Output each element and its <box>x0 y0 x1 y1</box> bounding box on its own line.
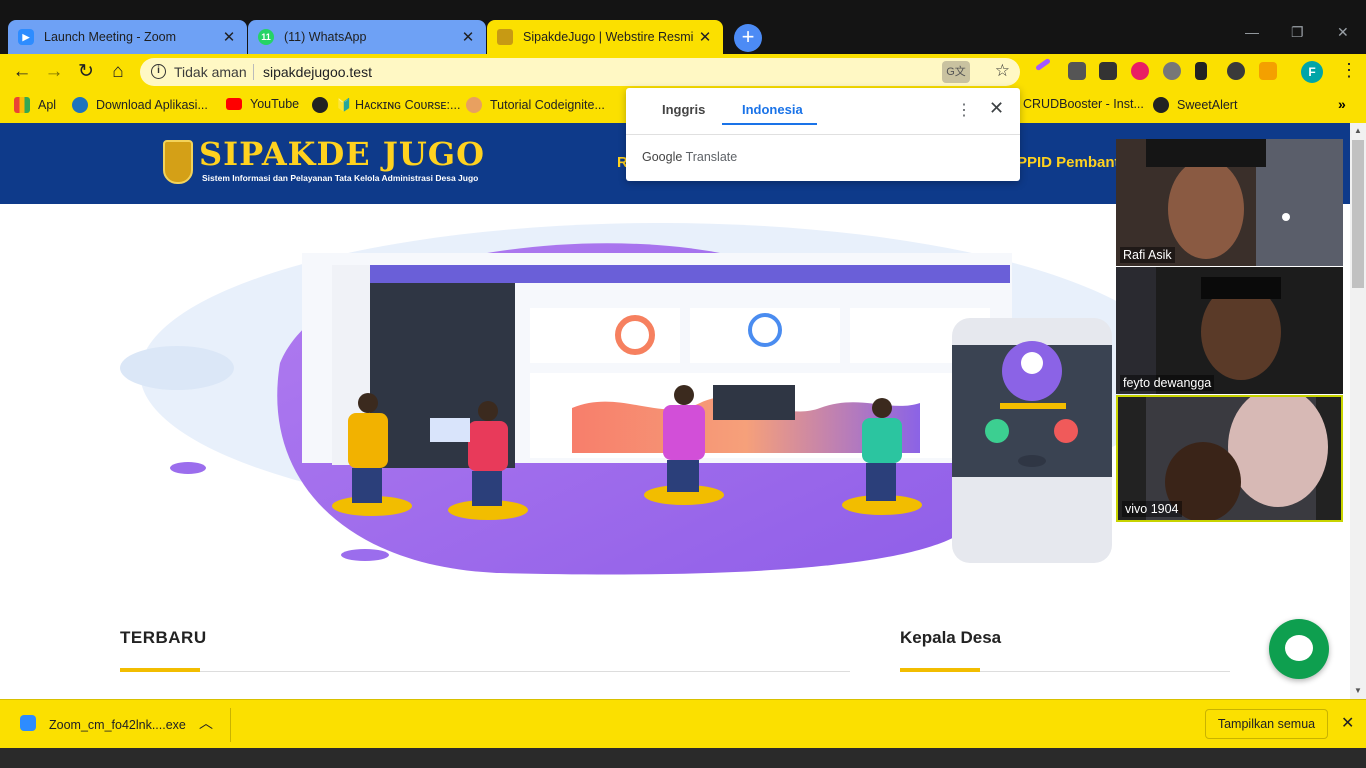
bookmark-apps[interactable]: Apl <box>14 97 56 113</box>
restore-icon[interactable]: ❐ <box>1291 24 1304 41</box>
bookmark-star-icon[interactable]: ☆ <box>995 61 1010 81</box>
zoom-participant-tile-active-speaker[interactable]: vivo 1904 <box>1116 395 1343 522</box>
tab-title: Launch Meeting - Zoom <box>44 30 177 44</box>
scroll-down-icon[interactable]: ▼ <box>1354 686 1362 695</box>
address-bar[interactable]: i Tidak aman sipakdejugoo.test G文 ☆ <box>140 58 1020 86</box>
bookmark-label: Tutorial Codeignite... <box>490 98 605 112</box>
bookmark-label: Apl <box>38 98 57 112</box>
download-bar: Zoom_cm_fo42lnk....exe ︿ Tampilkan semua… <box>0 699 1366 748</box>
bookmark-label: 🔰 Hᴀᴄᴋɪɴɢ Cᴏᴜʀsᴇ:... <box>336 97 461 112</box>
tab-title: (11) WhatsApp <box>284 30 367 44</box>
bookmark-label: Download Aplikasi... <box>96 98 208 112</box>
site-tagline: Sistem Informasi dan Pelayanan Tata Kelo… <box>202 173 479 183</box>
participant-name: Rafi Asik <box>1120 247 1175 263</box>
participant-name: feyto dewangga <box>1120 375 1215 391</box>
close-tab-icon[interactable]: ✕ <box>460 28 476 46</box>
owl-extension-icon[interactable] <box>1163 62 1181 80</box>
translate-tab-target[interactable]: Indonesia <box>742 102 803 117</box>
cursor-extension-icon[interactable] <box>1195 62 1207 80</box>
info-icon[interactable]: i <box>151 64 166 79</box>
section-title-village-head: Kepala Desa <box>900 628 1002 647</box>
zoom-file-icon <box>20 715 36 731</box>
palette-extension-icon[interactable] <box>1259 62 1277 80</box>
apps-grid-icon <box>14 97 30 113</box>
title-accent-bar <box>120 668 200 672</box>
zoom-participant-tile[interactable]: feyto dewangga <box>1116 267 1343 394</box>
zoom-icon: ▶ <box>18 29 34 45</box>
divider <box>230 708 231 742</box>
s-logo-icon <box>72 97 88 113</box>
scroll-thumb[interactable] <box>1352 140 1364 288</box>
tab-whatsapp[interactable]: 11 (11) WhatsApp ✕ <box>248 20 486 54</box>
bookmark-hacking-course[interactable]: 🔰 Hᴀᴄᴋɪɴɢ Cᴏᴜʀsᴇ:... <box>312 97 460 113</box>
profile-avatar[interactable]: F <box>1301 61 1323 83</box>
bookmark-label: CRUDBooster - Inst... <box>1023 97 1144 111</box>
forward-icon[interactable]: → <box>43 61 65 83</box>
brand-translate: Translate <box>685 150 738 164</box>
translate-icon[interactable]: G文 <box>942 61 970 83</box>
close-icon[interactable]: ✕ <box>1341 713 1354 733</box>
minimize-icon[interactable]: — <box>1245 24 1259 40</box>
site-title[interactable]: SIPAKDE JUGO <box>199 135 485 173</box>
tab-sipakdejugo[interactable]: SipakdeJugo | Webstire Resmi De ✕ <box>487 20 723 54</box>
youtube-icon <box>226 98 242 110</box>
brand-google: Google <box>642 150 683 164</box>
close-icon[interactable]: ✕ <box>989 98 1004 119</box>
site-emblem-icon <box>497 29 513 45</box>
close-window-icon[interactable]: ✕ <box>1337 24 1349 41</box>
vpn-extension-icon[interactable] <box>1227 62 1245 80</box>
divider <box>253 64 254 80</box>
participant-name: vivo 1904 <box>1122 501 1182 517</box>
show-all-downloads-button[interactable]: Tampilkan semua <box>1205 709 1328 739</box>
codeigniter-icon <box>466 97 482 113</box>
bookmark-label: YouTube <box>250 97 300 111</box>
zoom-participant-tile[interactable]: Rafi Asik <box>1116 139 1343 266</box>
bookmark-tutorial-codeigniter[interactable]: Tutorial Codeignite... <box>466 97 605 113</box>
bookmark-youtube[interactable]: YouTube <box>226 97 299 111</box>
cube-extension-icon[interactable] <box>1099 62 1117 80</box>
chat-bubble-icon <box>1285 635 1313 661</box>
translate-popup: Inggris Indonesia ⋮ ✕ Google Translate <box>626 88 1020 181</box>
download-filename[interactable]: Zoom_cm_fo42lnk....exe <box>49 718 186 732</box>
more-bookmarks-icon[interactable]: » <box>1338 96 1346 112</box>
translate-tab-source[interactable]: Inggris <box>662 102 705 117</box>
chevron-up-icon[interactable]: ︿ <box>199 713 213 733</box>
globe-icon <box>1153 97 1169 113</box>
active-tab-indicator <box>722 123 817 125</box>
pen-extension-icon[interactable] <box>1035 57 1051 72</box>
eyedropper-extension-icon[interactable] <box>1068 62 1086 80</box>
scroll-up-icon[interactable]: ▲ <box>1354 126 1362 135</box>
color-extension-icon[interactable] <box>1131 62 1149 80</box>
village-emblem-logo[interactable] <box>163 140 193 184</box>
title-accent-bar <box>900 668 980 672</box>
back-icon[interactable]: ← <box>11 61 33 83</box>
taskbar-strip <box>0 748 1366 768</box>
browser-menu-icon[interactable]: ⋮ <box>1340 60 1358 81</box>
more-options-icon[interactable]: ⋮ <box>956 100 972 120</box>
divider <box>626 134 1020 135</box>
globe-icon <box>312 97 328 113</box>
google-translate-brand: Google Translate <box>642 150 737 164</box>
close-tab-icon[interactable]: ✕ <box>697 28 713 46</box>
new-tab-button[interactable]: + <box>734 24 762 52</box>
security-status[interactable]: Tidak aman <box>174 64 247 80</box>
tab-strip: ▶ Launch Meeting - Zoom ✕ 11 (11) WhatsA… <box>0 0 1366 54</box>
home-icon[interactable]: ⌂ <box>107 61 129 83</box>
bookmark-crudbooster[interactable]: CRUDBooster - Inst... <box>1023 97 1144 111</box>
chat-button[interactable] <box>1269 619 1329 679</box>
nav-item-ppid[interactable]: PPID Pembantu <box>1017 154 1129 171</box>
tab-title: SipakdeJugo | Webstire Resmi De <box>523 30 697 44</box>
whatsapp-icon: 11 <box>258 29 274 45</box>
bookmark-sweetalert[interactable]: SweetAlert <box>1153 97 1237 113</box>
bookmark-label: SweetAlert <box>1177 98 1238 112</box>
hero-illustration <box>120 223 1150 575</box>
tab-zoom[interactable]: ▶ Launch Meeting - Zoom ✕ <box>8 20 247 54</box>
bookmark-download-aplikasi[interactable]: Download Aplikasi... <box>72 97 208 113</box>
url-text[interactable]: sipakdejugoo.test <box>263 64 372 80</box>
section-title-latest: TERBARU <box>120 628 207 647</box>
close-tab-icon[interactable]: ✕ <box>221 28 237 46</box>
divider <box>120 671 850 672</box>
reload-icon[interactable]: ↻ <box>75 61 97 83</box>
